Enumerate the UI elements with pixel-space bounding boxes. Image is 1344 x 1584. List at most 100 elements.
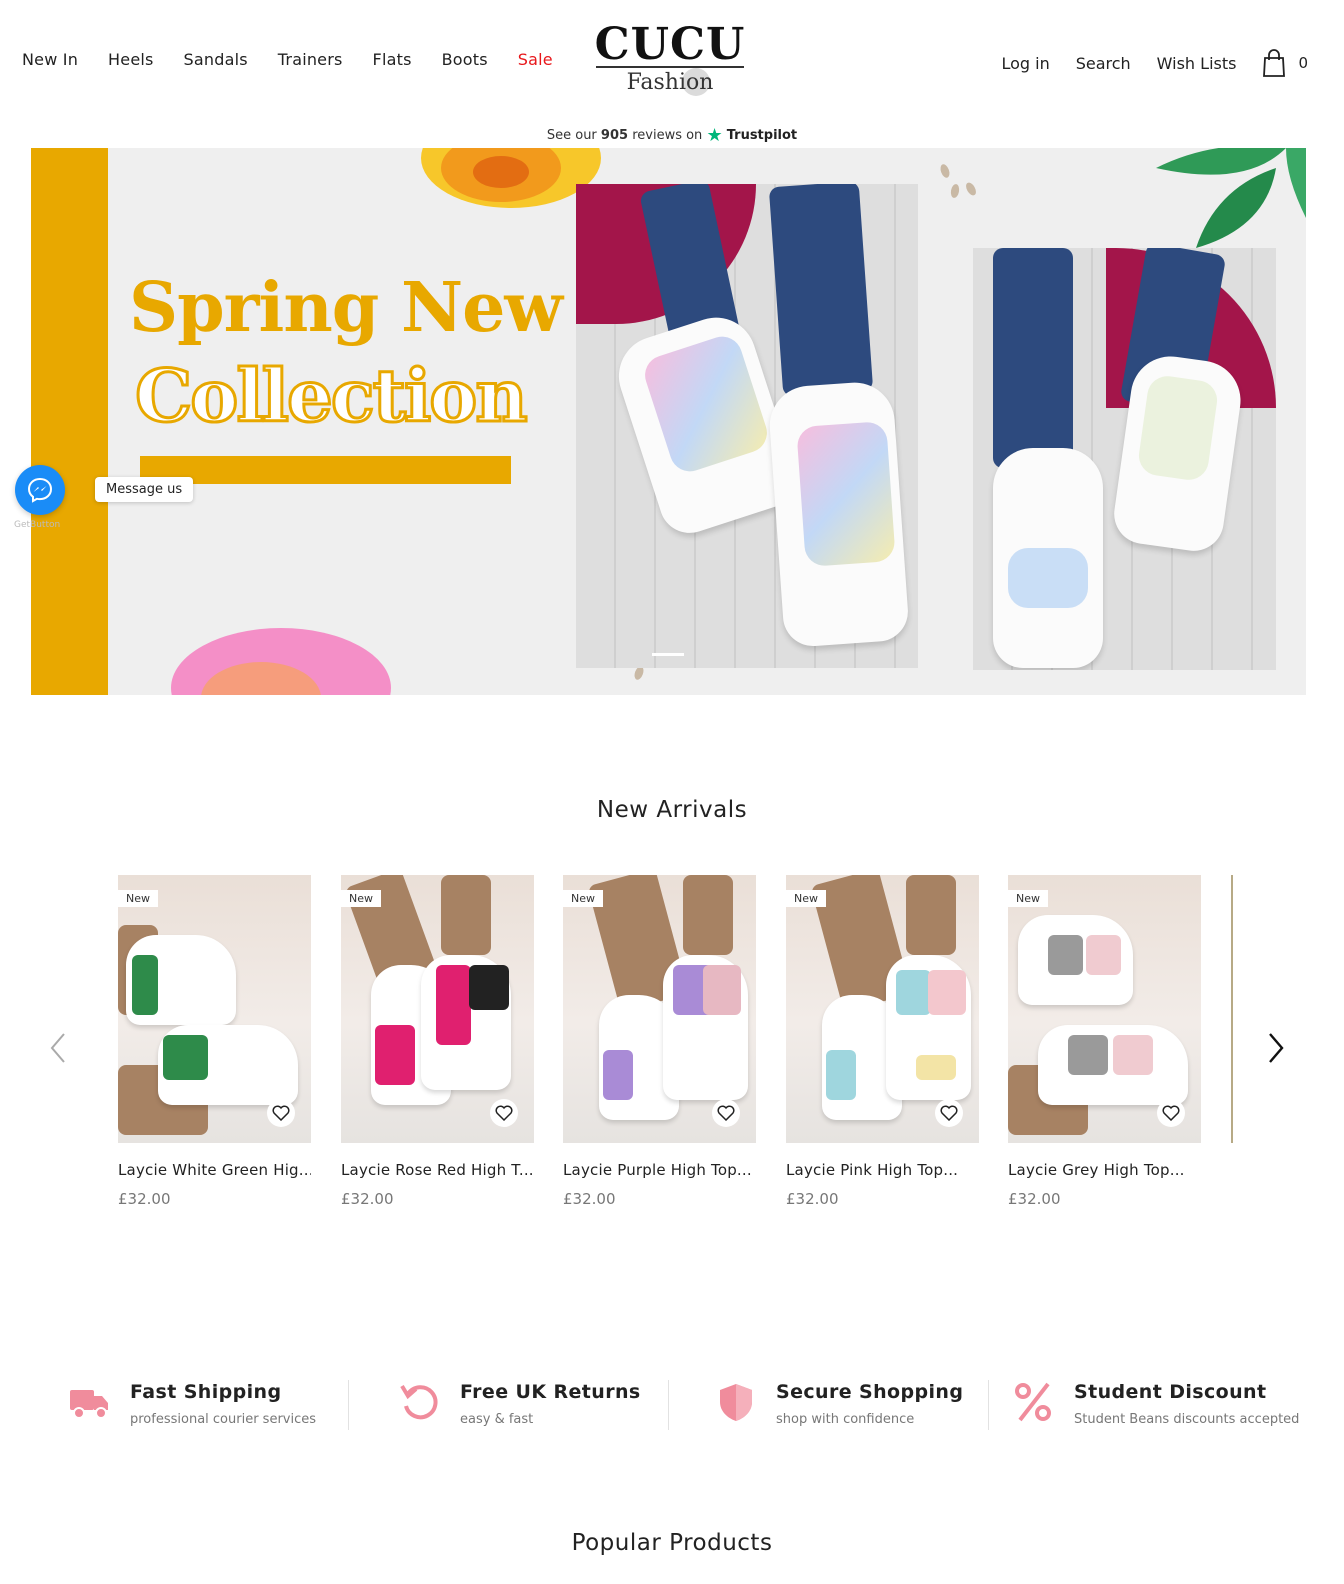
wishlist-button[interactable] [712,1099,740,1127]
site-header: New In Heels Sandals Trainers Flats Boot… [0,0,1344,120]
feature-title: Free UK Returns [460,1381,641,1403]
trustpilot-star-icon: ★ [706,125,723,146]
cart-button[interactable]: 0 [1262,49,1308,77]
sneaker-accent [703,965,741,1015]
trustpilot-prefix: See our [546,128,597,143]
product-image[interactable]: New [1008,875,1201,1143]
seed-decoration [949,183,961,199]
nav-boots[interactable]: Boots [442,50,488,69]
trustpilot-count: 905 [600,128,629,143]
wish-lists-link[interactable]: Wish Lists [1157,54,1237,73]
new-badge: New [563,890,603,907]
login-link[interactable]: Log in [1001,54,1049,73]
features-strip: Fast Shipping professional courier servi… [0,1375,1344,1435]
sneaker-accent [436,965,471,1045]
pink-flower-illustration [171,628,391,695]
sneaker-accent [1048,935,1083,975]
heart-icon [717,1105,735,1121]
wishlist-button[interactable] [490,1099,518,1127]
shield-icon [720,1384,752,1421]
product-price: £32.00 [118,1190,171,1208]
feature-subtitle: easy & fast [460,1412,534,1427]
new-badge: New [786,890,826,907]
messenger-label[interactable]: Message us [95,477,194,502]
product-price: £32.00 [563,1190,616,1208]
getbutton-credit: GetButton [14,520,61,530]
sneaker-accent [928,970,966,1015]
feature-title: Student Discount [1074,1381,1267,1403]
nav-sale[interactable]: Sale [518,50,553,69]
hero-title-line2: Collection [134,352,530,440]
hero-photo-sneakers-1 [576,184,918,668]
leg [441,875,491,955]
sneaker-left-tint [1008,548,1088,608]
product-image[interactable]: New [118,875,311,1143]
wishlist-button[interactable] [1157,1099,1185,1127]
chevron-left-icon [50,1033,65,1063]
sneaker-accent [163,1035,208,1080]
heart-icon [495,1105,513,1121]
sneaker-accent [1068,1035,1108,1075]
nav-new-in[interactable]: New In [22,50,78,69]
search-link[interactable]: Search [1076,54,1131,73]
sneaker-right-tiedye [796,421,896,567]
product-card[interactable]: New Laycie Grey High Top... £32.00 [1008,875,1201,1208]
feature-divider [348,1380,349,1430]
leg [906,875,956,955]
new-badge: New [118,890,158,907]
cart-count: 0 [1298,54,1308,72]
sneaker-accent [916,1055,956,1080]
new-badge: New [1008,890,1048,907]
product-card[interactable]: New Laycie Purple High Top... £32.00 [563,875,756,1208]
sneaker-accent [1113,1035,1153,1075]
nav-flats[interactable]: Flats [373,50,412,69]
trustpilot-widget[interactable]: See our 905 reviews on ★ Trustpilot [0,125,1344,146]
hero-photo-sneakers-2 [973,248,1276,670]
product-name[interactable]: Laycie Grey High Top... [1008,1161,1201,1179]
next-product-peek [1231,875,1233,1143]
product-price: £32.00 [786,1190,839,1208]
logo-subtitle: Fashion [626,70,714,95]
yellow-flower-illustration [421,148,601,208]
product-card[interactable]: New Laycie Pink High Top... £32.00 [786,875,979,1208]
product-name[interactable]: Laycie Pink High Top... [786,1161,979,1179]
sneaker-right-tint [1136,373,1220,483]
product-name[interactable]: Laycie White Green Hig... [118,1161,311,1179]
nav-trainers[interactable]: Trainers [278,50,343,69]
product-name[interactable]: Laycie Purple High Top... [563,1161,756,1179]
seed-decoration [938,163,952,179]
sneaker-accent [469,965,509,1010]
hero-banner[interactable]: Spring New Collection [31,148,1306,695]
trustpilot-middle: reviews on [632,128,703,143]
product-card[interactable]: New Laycie White Green Hig... £32.00 [118,875,311,1208]
heart-icon [940,1105,958,1121]
seed-decoration [964,180,978,198]
nav-heels[interactable]: Heels [108,50,154,69]
product-image[interactable]: New [341,875,534,1143]
sneaker-accent [1086,935,1121,975]
product-image[interactable]: New [786,875,979,1143]
new-arrivals-title: New Arrivals [596,797,748,823]
sneaker-accent [603,1050,633,1100]
site-logo[interactable]: CUCU Fashion [594,22,746,98]
nav-sandals[interactable]: Sandals [184,50,248,69]
account-nav: Log in Search Wish Lists 0 [975,49,1308,77]
hero-accent-bar [31,148,108,695]
carousel-indicator[interactable] [652,653,684,656]
carousel-prev-button[interactable] [46,1030,70,1075]
shopping-bag-icon [1263,49,1286,77]
green-leaf-illustration [1156,148,1306,248]
product-card[interactable]: New Laycie Rose Red High T... £32.00 [341,875,534,1208]
messenger-chat-button[interactable] [15,465,65,515]
feature-divider [668,1380,669,1430]
feature-title: Secure Shopping [776,1381,964,1403]
truck-icon [70,1390,108,1419]
jeans-right-leg [768,184,874,397]
product-name[interactable]: Laycie Rose Red High T... [341,1161,534,1179]
carousel-next-button[interactable] [1264,1030,1288,1075]
trustpilot-brand: Trustpilot [726,128,798,143]
wishlist-button[interactable] [267,1099,295,1127]
leg [683,875,733,955]
wishlist-button[interactable] [935,1099,963,1127]
product-image[interactable]: New [563,875,756,1143]
